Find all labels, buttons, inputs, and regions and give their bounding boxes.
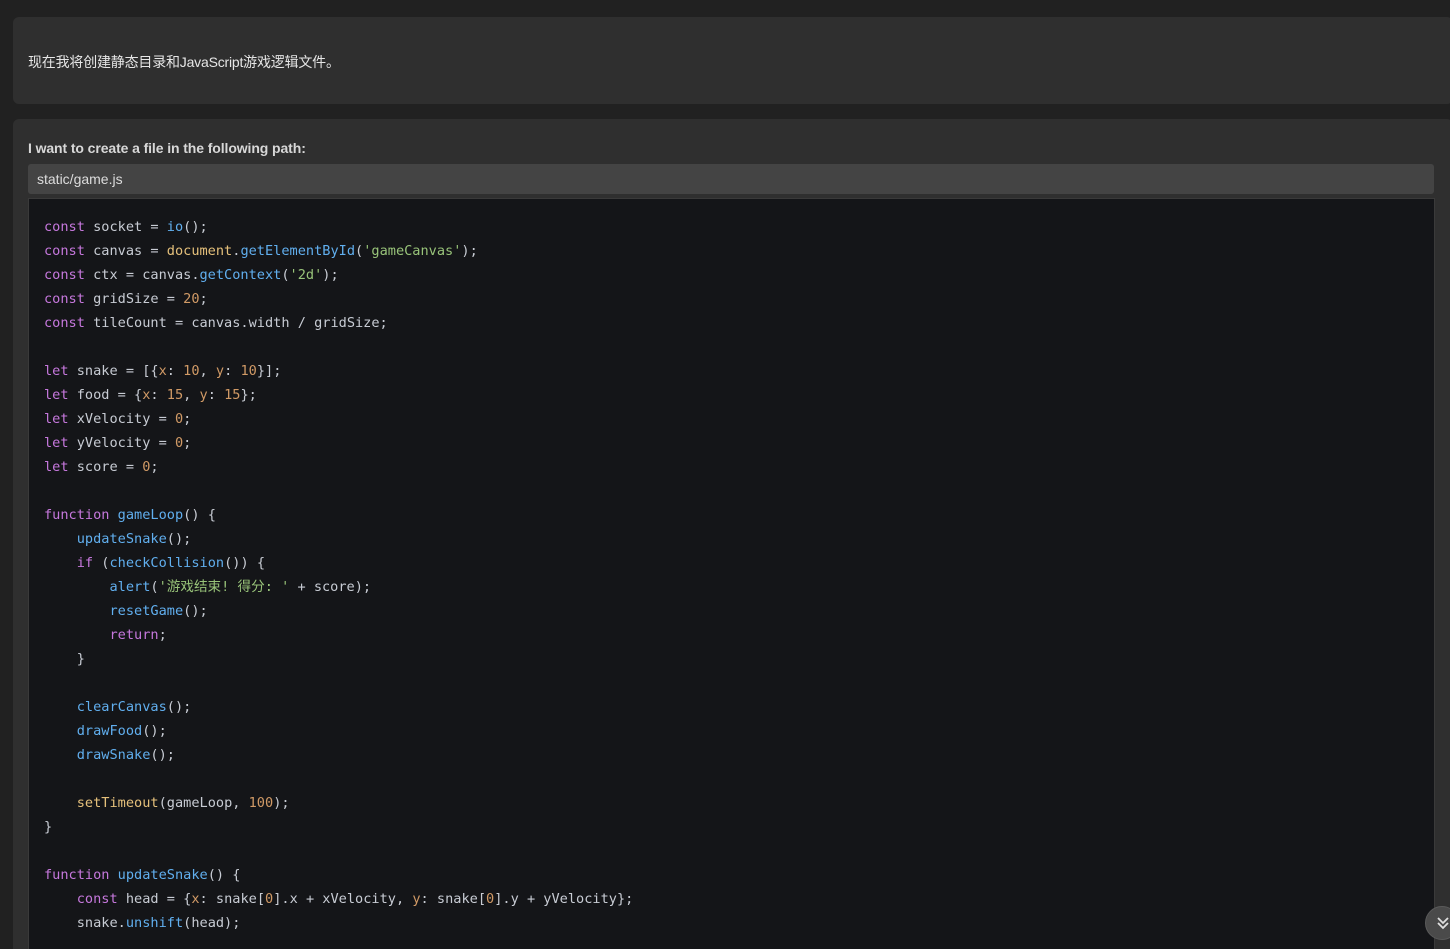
code-preview[interactable]: const socket = io(); const canvas = docum…	[28, 198, 1435, 949]
code-line: let yVelocity = 0;	[44, 435, 192, 451]
chat-page: 现在我将创建静态目录和JavaScript游戏逻辑文件。 I want to c…	[0, 0, 1450, 949]
code-line: }	[44, 651, 85, 667]
code-line: ​	[44, 479, 633, 503]
code-line: return;	[109, 627, 167, 643]
code-line: resetGame();	[109, 603, 208, 619]
file-create-label: I want to create a file in the following…	[28, 140, 306, 156]
code-line: clearCanvas();	[76, 699, 192, 715]
code-line: const canvas = document.getElementById('…	[44, 243, 478, 259]
code-line: updateSnake();	[76, 531, 192, 547]
code-line: }	[44, 819, 53, 835]
code-line: setTimeout(gameLoop, 100);	[76, 795, 290, 811]
code-line: drawFood();	[76, 723, 167, 739]
code-line: snake.unshift(head);	[44, 915, 241, 931]
code-line: function gameLoop() {	[44, 507, 216, 523]
code-line: const head = {x: snake[0].x + xVelocity,…	[76, 891, 634, 907]
code-line: const gridSize = 20;	[44, 291, 208, 307]
code-line: const socket = io();	[44, 219, 208, 235]
code-line: ​	[44, 839, 633, 863]
code-line: const tileCount = canvas.width / gridSiz…	[44, 315, 388, 331]
code-line: drawSnake();	[76, 747, 175, 763]
code-line: ​	[44, 671, 633, 695]
code-line: function updateSnake() {	[44, 867, 241, 883]
code-line: const ctx = canvas.getContext('2d');	[44, 267, 339, 283]
code-line: let xVelocity = 0;	[44, 411, 192, 427]
assistant-message-text: 现在我将创建静态目录和JavaScript游戏逻辑文件。	[28, 54, 340, 70]
file-path: static/game.js	[37, 171, 123, 187]
assistant-message: 现在我将创建静态目录和JavaScript游戏逻辑文件。	[13, 17, 1450, 104]
code-line: ​	[44, 767, 633, 791]
code-line: alert('游戏结束! 得分: ' + score);	[109, 579, 372, 595]
file-path-box: static/game.js	[28, 164, 1434, 194]
code-block: const socket = io(); const canvas = docum…	[44, 215, 633, 935]
code-line: ​	[44, 335, 633, 359]
file-create-request: I want to create a file in the following…	[13, 119, 1450, 949]
code-line: if (checkCollision()) {	[76, 555, 265, 571]
code-line: let food = {x: 15, y: 15};	[44, 387, 257, 403]
code-line: let score = 0;	[44, 459, 159, 475]
code-line: let snake = [{x: 10, y: 10}];	[44, 363, 282, 379]
double-chevron-down-icon	[1437, 917, 1449, 930]
